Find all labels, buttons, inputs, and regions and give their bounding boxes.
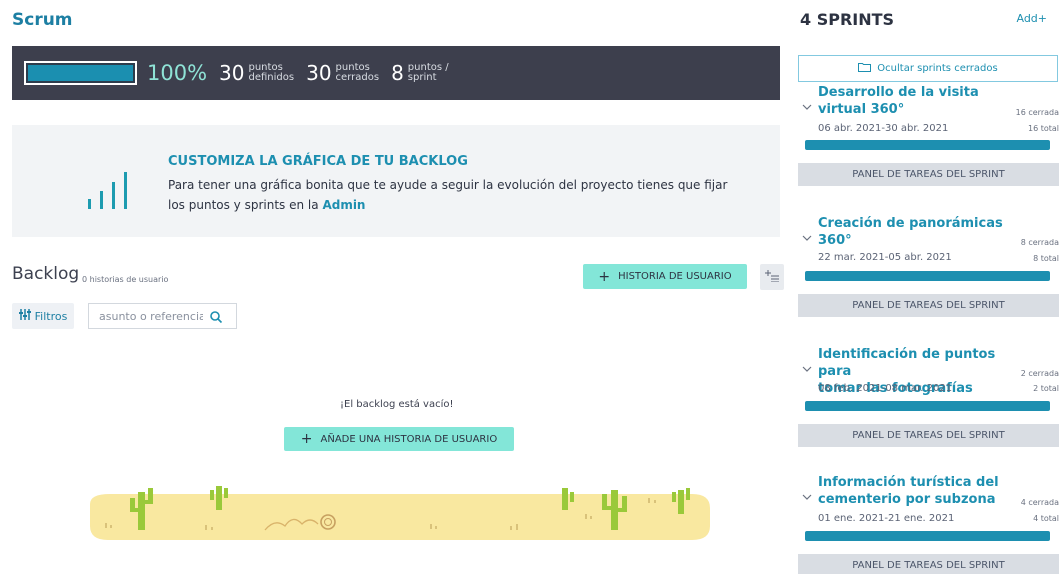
- progress-percent: 100%: [147, 61, 208, 85]
- sprint-dates: 06 abr. 2021-30 abr. 2021: [818, 123, 949, 134]
- sprint-name[interactable]: Creación de panorámicas 360°: [818, 215, 1018, 249]
- project-title[interactable]: Scrum: [12, 10, 73, 30]
- sprint-progress-bar: [805, 401, 1050, 411]
- hide-closed-sprints-label: Ocultar sprints cerrados: [877, 63, 998, 74]
- search-input[interactable]: [99, 309, 203, 323]
- user-story-count: 0 historias de usuario: [82, 275, 169, 284]
- sort-icon: [765, 269, 779, 285]
- progress-fill: [28, 65, 133, 81]
- sliders-icon: [18, 309, 31, 323]
- defined-points-label: puntos definidos: [249, 63, 295, 83]
- sprint-name-line-1: Información turística del: [818, 475, 999, 490]
- points-per-sprint-label: puntos / sprint: [408, 63, 449, 83]
- sprint-total-count: 8 total: [1033, 254, 1059, 263]
- plus-icon: +: [1037, 12, 1047, 25]
- sprints-sidebar: 4 SPRINTS Add+ Ocultar sprints cerrados …: [790, 0, 1059, 574]
- sprint-progress-bar: [805, 271, 1050, 281]
- sprint-taskboard-button[interactable]: PANEL DE TAREAS DEL SPRINT: [798, 554, 1059, 574]
- sprint-total-count: 4 total: [1033, 514, 1059, 523]
- sprint-taskboard-button[interactable]: PANEL DE TAREAS DEL SPRINT: [798, 163, 1059, 186]
- desert-illustration: [90, 486, 710, 540]
- backlog-chart-promo: CUSTOMIZA LA GRÁFICA DE TU BACKLOG Para …: [12, 125, 780, 237]
- sprint-name-line-1: Creación de panorámicas: [818, 216, 1003, 231]
- plus-icon: +: [598, 268, 611, 285]
- sprint-progress-bar: [805, 140, 1050, 150]
- chevron-down-icon[interactable]: [802, 486, 812, 500]
- chevron-down-icon[interactable]: [802, 227, 812, 241]
- backlog-main: Scrum 100% 30 puntos definidos 30 puntos…: [0, 0, 784, 574]
- search-field[interactable]: [88, 303, 237, 329]
- per-sprint-label-line-2: sprint: [407, 72, 437, 83]
- sprint-dates: 01 ene. 2021-21 ene. 2021: [818, 513, 955, 524]
- sprint-total-count: 2 total: [1033, 384, 1059, 393]
- filters-label: Filtros: [34, 309, 68, 323]
- add-user-story-label: HISTORIA DE USUARIO: [618, 271, 732, 282]
- closed-points-label: puntos cerrados: [336, 63, 380, 83]
- sprint-name-line-1: Identificación de puntos para: [818, 347, 996, 379]
- closed-points-value: 30: [306, 61, 332, 85]
- add-user-story-button[interactable]: + HISTORIA DE USUARIO: [583, 264, 747, 289]
- closed-label-line-2: cerrados: [335, 72, 380, 83]
- add-first-user-story-label: AÑADE UNA HISTORIA DE USUARIO: [320, 433, 498, 445]
- sprint-name[interactable]: Desarrollo de la visita virtual 360°: [818, 84, 1018, 118]
- sprint-name[interactable]: Información turística del cementerio por…: [818, 474, 1018, 508]
- sprint-closed-count: 2 cerrada: [1020, 369, 1059, 378]
- sprint-total-count: 16 total: [1027, 124, 1059, 133]
- search-icon[interactable]: [209, 309, 223, 324]
- sprints-title: 4 SPRINTS: [800, 10, 895, 29]
- empty-backlog-message: ¡El backlog está vacío!: [340, 399, 454, 410]
- sprint-taskboard-button[interactable]: PANEL DE TAREAS DEL SPRINT: [798, 294, 1059, 317]
- bar-chart-icon: [88, 169, 128, 209]
- progress-bar: [24, 61, 137, 85]
- stat-defined-points: 30 puntos definidos: [219, 61, 294, 85]
- sprint-dates: 22 mar. 2021-05 abr. 2021: [818, 252, 952, 263]
- add-first-user-story-button[interactable]: + AÑADE UNA HISTORIA DE USUARIO: [284, 427, 514, 451]
- add-sprint-link[interactable]: Add+: [1016, 12, 1047, 25]
- summary-bar: 100% 30 puntos definidos 30 puntos cerra…: [12, 46, 780, 100]
- add-sprint-label: Add: [1016, 12, 1038, 25]
- promo-text: Para tener una gráfica bonita que te ayu…: [168, 175, 728, 215]
- sort-order-button[interactable]: [760, 264, 784, 290]
- promo-title: CUSTOMIZA LA GRÁFICA DE TU BACKLOG: [168, 154, 468, 169]
- sprint-name-line-2: 360°: [818, 233, 852, 248]
- plus-icon: +: [300, 431, 313, 447]
- filters-button[interactable]: Filtros: [12, 303, 74, 329]
- defined-label-line-2: definidos: [248, 72, 295, 83]
- folder-icon: [858, 62, 872, 75]
- sprint-closed-count: 8 cerrada: [1020, 238, 1059, 247]
- stat-closed-points: 30 puntos cerrados: [306, 61, 379, 85]
- sprint-closed-count: 4 cerrada: [1020, 498, 1059, 507]
- promo-description: Para tener una gráfica bonita que te ayu…: [168, 178, 728, 212]
- admin-link[interactable]: Admin: [322, 198, 365, 212]
- chevron-down-icon[interactable]: [802, 96, 812, 110]
- backlog-title: Backlog: [12, 264, 80, 284]
- defined-points-value: 30: [219, 61, 245, 85]
- stat-points-per-sprint: 8 puntos / sprint: [391, 61, 449, 85]
- sprint-name-line-2: cementerio por subzona: [818, 492, 996, 507]
- sprint-dates: 08 feb. 2021-08 mar. 2021: [818, 383, 953, 394]
- points-per-sprint-value: 8: [391, 61, 404, 85]
- chevron-down-icon[interactable]: [802, 358, 812, 372]
- sprint-closed-count: 16 cerrada: [1015, 108, 1059, 117]
- sprint-progress-bar: [805, 531, 1050, 541]
- sprint-name-line-1: Desarrollo de la visita: [818, 85, 979, 100]
- sprint-name-line-2: virtual 360°: [818, 102, 905, 117]
- sprint-taskboard-button[interactable]: PANEL DE TAREAS DEL SPRINT: [798, 424, 1059, 447]
- hide-closed-sprints-button[interactable]: Ocultar sprints cerrados: [798, 55, 1058, 82]
